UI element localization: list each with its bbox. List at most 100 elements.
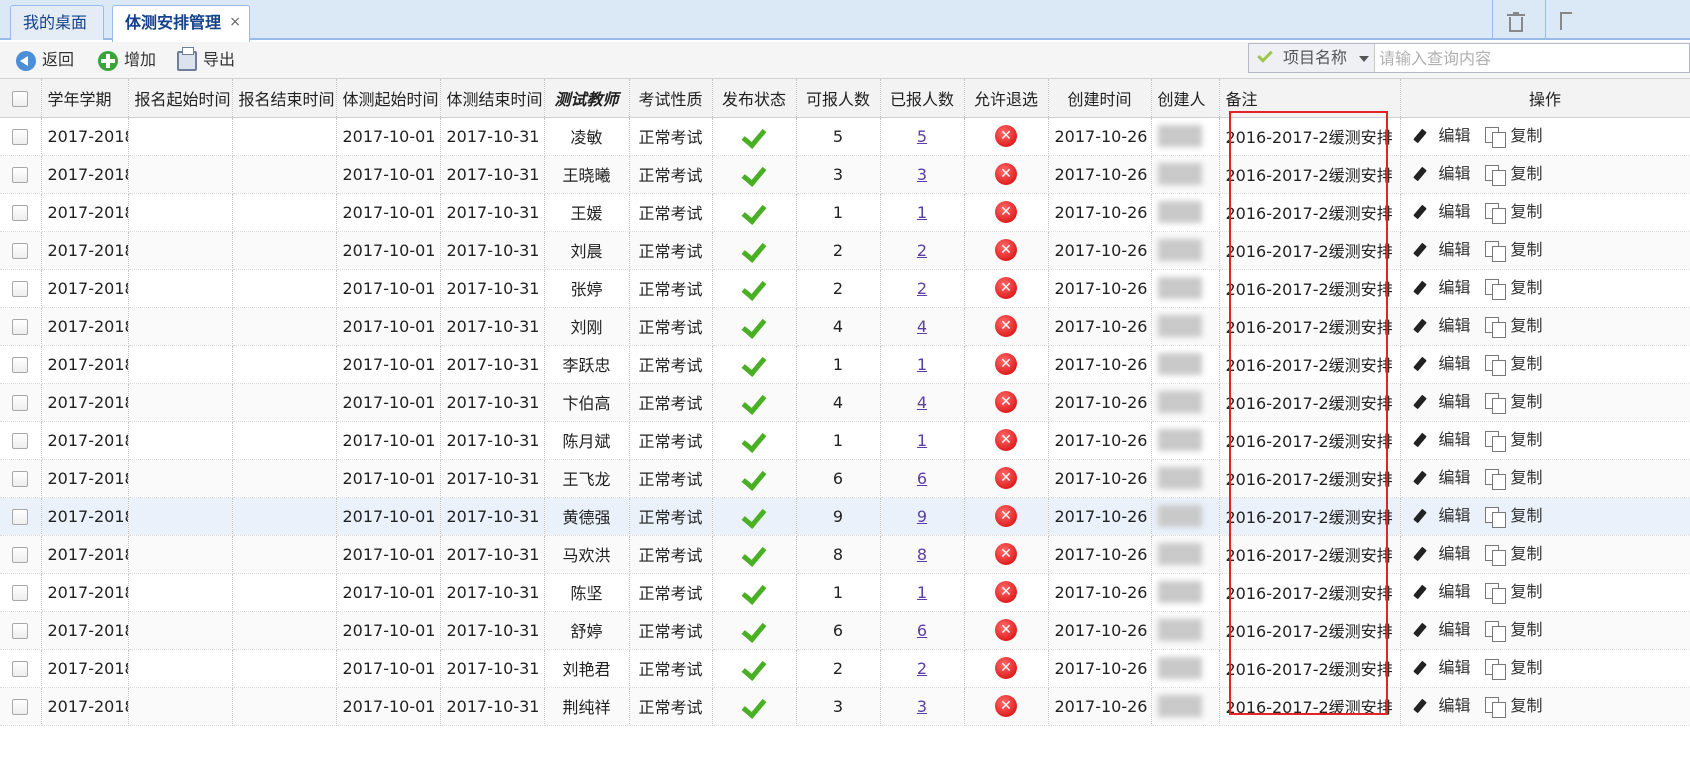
row-select-cell[interactable] xyxy=(0,231,42,270)
copy-button[interactable]: 复制 xyxy=(1484,391,1543,414)
table-row[interactable]: 2017-2018 2017-10-01 1 2017-10-31 1 陈坚 正常考试 1… xyxy=(0,573,1690,612)
edit-button[interactable]: 编辑 xyxy=(1412,505,1471,527)
copy-button[interactable]: 复制 xyxy=(1484,277,1543,300)
edit-button[interactable]: 编辑 xyxy=(1412,657,1471,679)
table-row[interactable]: 2017-2018 2017-10-01 1 2017-10-31 1 荆纯祥 正常考试… xyxy=(0,687,1690,726)
copy-button[interactable]: 复制 xyxy=(1484,353,1543,376)
row-checkbox[interactable] xyxy=(12,509,29,525)
col-header-test-start[interactable]: 体测起始时间 xyxy=(336,79,441,118)
row-select-cell[interactable] xyxy=(0,269,42,308)
table-row[interactable]: 2017-2018 2017-10-01 1 2017-10-31 1 卞伯高 正常考试… xyxy=(0,383,1690,422)
table-row[interactable]: 2017-2018 2017-10-01 1 2017-10-31 1 李跃忠 正常考试… xyxy=(0,345,1690,384)
col-header-nature[interactable]: 考试性质 xyxy=(629,79,713,118)
row-select-cell[interactable] xyxy=(0,155,42,194)
col-header-reg-end[interactable]: 报名结束时间 xyxy=(232,79,337,118)
row-checkbox[interactable] xyxy=(12,585,29,601)
enrolled-link[interactable]: 8 xyxy=(917,545,927,564)
edit-button[interactable]: 编辑 xyxy=(1412,695,1471,717)
copy-button[interactable]: 复制 xyxy=(1484,239,1543,262)
row-checkbox[interactable] xyxy=(12,167,29,183)
tab-my-desktop[interactable]: 我的桌面 xyxy=(10,5,104,40)
tab-test-arrangement[interactable]: 体测安排管理 × xyxy=(112,5,250,42)
enrolled-link[interactable]: 3 xyxy=(917,165,927,184)
edit-button[interactable]: 编辑 xyxy=(1412,353,1471,375)
col-header-created[interactable]: 创建时间 xyxy=(1048,79,1152,118)
edit-button[interactable]: 编辑 xyxy=(1412,163,1471,185)
edit-button[interactable]: 编辑 xyxy=(1412,315,1471,337)
copy-button[interactable]: 复制 xyxy=(1484,543,1543,566)
row-select-cell[interactable] xyxy=(0,421,42,460)
enrolled-link[interactable]: 2 xyxy=(917,659,927,678)
row-checkbox[interactable] xyxy=(12,699,29,715)
row-checkbox[interactable] xyxy=(12,319,29,335)
back-button[interactable]: 返回 xyxy=(16,49,86,71)
row-checkbox[interactable] xyxy=(12,357,29,373)
col-header-teacher[interactable]: 测试教师 xyxy=(544,79,630,118)
enrolled-link[interactable]: 5 xyxy=(917,127,927,146)
col-header-reg-start[interactable]: 报名起始时间 xyxy=(128,79,233,118)
edit-button[interactable]: 编辑 xyxy=(1412,467,1471,489)
row-checkbox[interactable] xyxy=(12,471,29,487)
table-row[interactable]: 2017-2018 2017-10-01 1 2017-10-31 1 刘晨 正常考试 2… xyxy=(0,231,1690,270)
enrolled-link[interactable]: 6 xyxy=(917,621,927,640)
enrolled-link[interactable]: 2 xyxy=(917,241,927,260)
row-select-cell[interactable] xyxy=(0,307,42,346)
row-select-cell[interactable] xyxy=(0,193,42,232)
col-header-creator[interactable]: 创建人 xyxy=(1151,79,1220,118)
col-header-term[interactable]: 学年学期 xyxy=(41,79,129,118)
search-input[interactable] xyxy=(1379,46,1679,70)
col-header-note[interactable]: 备注 xyxy=(1219,79,1401,118)
copy-button[interactable]: 复制 xyxy=(1484,125,1543,148)
edit-button[interactable]: 编辑 xyxy=(1412,391,1471,413)
table-row[interactable]: 2017-2018 2017-10-01 1 2017-10-31 1 舒婷 正常考试 6… xyxy=(0,611,1690,650)
row-select-cell[interactable] xyxy=(0,687,42,726)
row-checkbox[interactable] xyxy=(12,433,29,449)
table-row[interactable]: 2017-2018 2017-10-01 1 2017-10-31 1 王媛 正常考试 1… xyxy=(0,193,1690,232)
row-checkbox[interactable] xyxy=(12,129,29,145)
copy-button[interactable]: 复制 xyxy=(1484,505,1543,528)
enrolled-link[interactable]: 1 xyxy=(917,583,927,602)
edit-button[interactable]: 编辑 xyxy=(1412,201,1471,223)
copy-button[interactable]: 复制 xyxy=(1484,429,1543,452)
row-checkbox[interactable] xyxy=(12,661,29,677)
row-checkbox[interactable] xyxy=(12,243,29,259)
table-row[interactable]: 2017-2018 2017-10-01 1 2017-10-31 1 刘艳君 正常考试… xyxy=(0,649,1690,688)
export-button[interactable]: 导出 xyxy=(177,47,247,71)
table-row[interactable]: 2017-2018 2017-10-01 1 2017-10-31 1 王晓曦 正常考试… xyxy=(0,155,1690,194)
copy-button[interactable]: 复制 xyxy=(1484,201,1543,224)
copy-button[interactable]: 复制 xyxy=(1484,315,1543,338)
select-all-checkbox[interactable] xyxy=(12,90,29,107)
row-checkbox[interactable] xyxy=(12,395,29,411)
enrolled-link[interactable]: 1 xyxy=(917,355,927,374)
edit-button[interactable]: 编辑 xyxy=(1412,581,1471,603)
copy-button[interactable]: 复制 xyxy=(1484,657,1543,680)
row-checkbox[interactable] xyxy=(12,547,29,563)
row-select-cell[interactable] xyxy=(0,611,42,650)
copy-button[interactable]: 复制 xyxy=(1484,467,1543,490)
enrolled-link[interactable]: 1 xyxy=(917,203,927,222)
edit-button[interactable]: 编辑 xyxy=(1412,619,1471,641)
edit-button[interactable]: 编辑 xyxy=(1412,543,1471,565)
select-all-header[interactable] xyxy=(0,79,42,118)
row-select-cell[interactable] xyxy=(0,345,42,384)
col-header-publish[interactable]: 发布状态 xyxy=(712,79,797,118)
edit-button[interactable]: 编辑 xyxy=(1412,429,1471,451)
copy-button[interactable]: 复制 xyxy=(1484,581,1543,604)
table-row[interactable]: 2017-2018 2017-10-01 1 2017-10-31 1 马欢洪 正常考试… xyxy=(0,535,1690,574)
table-row[interactable]: 2017-2018 2017-10-01 1 2017-10-31 1 张婷 正常考试 2… xyxy=(0,269,1690,308)
enrolled-link[interactable]: 9 xyxy=(917,507,927,526)
enrolled-link[interactable]: 6 xyxy=(917,469,927,488)
row-select-cell[interactable] xyxy=(0,459,42,498)
copy-button[interactable]: 复制 xyxy=(1484,619,1543,642)
enrolled-link[interactable]: 4 xyxy=(917,317,927,336)
enrolled-link[interactable]: 1 xyxy=(917,431,927,450)
close-icon[interactable]: × xyxy=(229,6,241,39)
row-select-cell[interactable] xyxy=(0,573,42,612)
trash-icon[interactable] xyxy=(1507,12,1525,32)
table-row[interactable]: 2017-2018 2017-10-01 1 2017-10-31 1 陈月斌 正常考试… xyxy=(0,421,1690,460)
edit-button[interactable]: 编辑 xyxy=(1412,125,1471,147)
copy-button[interactable]: 复制 xyxy=(1484,163,1543,186)
col-header-enrolled[interactable]: 已报人数 xyxy=(880,79,965,118)
edit-button[interactable]: 编辑 xyxy=(1412,239,1471,261)
col-header-withdraw[interactable]: 允许退选 xyxy=(964,79,1049,118)
